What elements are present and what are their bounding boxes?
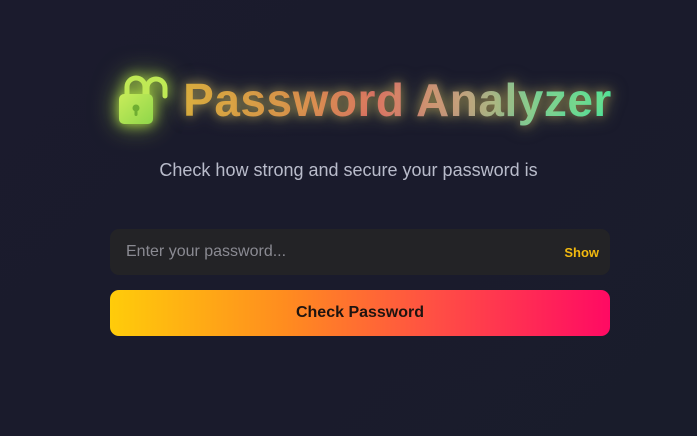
- page-header: Password Analyzer: [0, 70, 697, 130]
- page-subtitle: Check how strong and secure your passwor…: [159, 160, 538, 180]
- show-password-toggle[interactable]: Show: [564, 245, 599, 260]
- password-analyzer-app: Password Analyzer Check how strong and s…: [0, 0, 697, 436]
- page-title: Password Analyzer: [183, 74, 612, 126]
- password-field-container: Show: [110, 228, 610, 276]
- lock-icon: [119, 75, 168, 124]
- check-password-button[interactable]: Check Password: [110, 290, 610, 336]
- password-input[interactable]: [110, 228, 565, 276]
